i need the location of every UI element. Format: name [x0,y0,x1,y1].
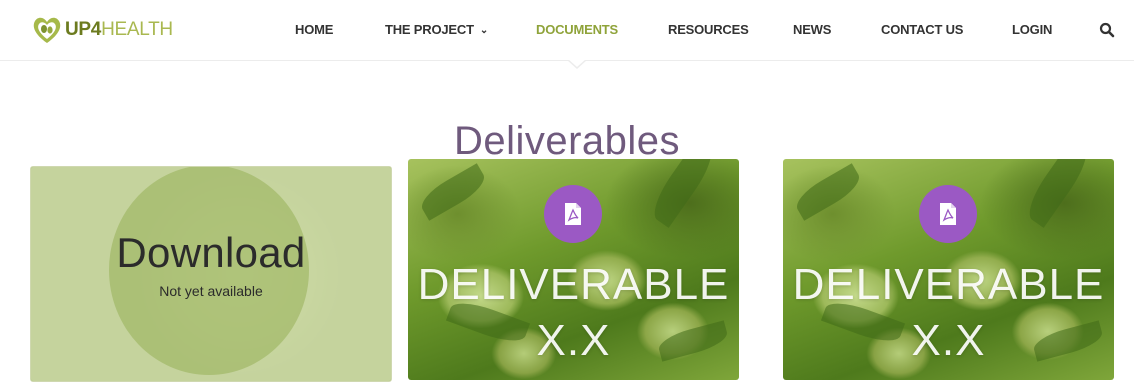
pdf-download-button[interactable] [544,185,602,243]
deliverable-title-line1: DELIVERABLE [417,260,730,309]
nav-item-home[interactable]: HOME [295,22,333,37]
pdf-download-button[interactable] [919,185,977,243]
pdf-file-icon [940,203,956,225]
leaf-decoration [791,163,865,221]
logo-text: UP4HEALTH [65,19,173,41]
site-header: UP4HEALTH HOME THE PROJECT ⌄ DOCUMENTS RE… [0,0,1134,69]
pdf-file-icon [565,203,581,225]
download-title: Download [116,229,306,276]
nav-item-login[interactable]: LOGIN [1012,22,1052,37]
download-status: Not yet available [159,283,263,299]
nav-item-resources[interactable]: RESOURCES [668,22,749,37]
search-icon[interactable] [1099,22,1115,38]
active-nav-pointer [567,59,587,69]
logo-text-bold: UP4 [65,19,102,40]
page-title: Deliverables [453,118,681,163]
leaf-decoration [416,163,490,221]
nav-item-the-project-label: THE PROJECT [385,22,474,37]
nav-item-contact-us[interactable]: CONTACT US [881,22,963,37]
deliverable-title-line1: DELIVERABLE [792,260,1105,309]
nav-item-documents[interactable]: DOCUMENTS [536,22,618,37]
leaf-decoration [645,159,721,228]
deliverable-card-unavailable: Download Not yet available [30,166,392,382]
deliverable-title: DELIVERABLE X.X [783,257,1114,369]
site-logo[interactable]: UP4HEALTH [30,10,173,50]
heart-olive-logo-icon [33,17,61,43]
chevron-down-icon: ⌄ [479,25,489,36]
leaf-decoration [1020,159,1096,228]
deliverable-card[interactable]: DELIVERABLE X.X [783,159,1114,380]
nav-item-news[interactable]: NEWS [793,22,831,37]
deliverable-number: X.X [536,316,611,365]
deliverable-title: DELIVERABLE X.X [408,257,739,369]
nav-item-the-project[interactable]: THE PROJECT ⌄ [385,22,488,37]
logo-text-light: HEALTH [101,19,173,40]
deliverable-number: X.X [911,316,986,365]
deliverable-card[interactable]: DELIVERABLE X.X [408,159,739,380]
